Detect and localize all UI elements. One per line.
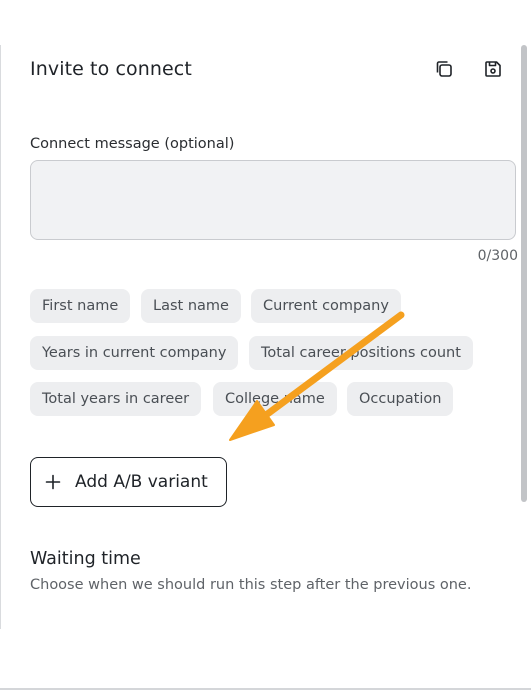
- variable-chip-college-name[interactable]: College name: [213, 382, 337, 416]
- variable-chip-occupation[interactable]: Occupation: [347, 382, 454, 416]
- save-icon: [483, 59, 503, 83]
- plus-icon: [45, 474, 61, 490]
- variable-chip-first-name[interactable]: First name: [30, 289, 131, 323]
- connect-message-label: Connect message (optional): [30, 136, 235, 152]
- character-counter: 0/300: [477, 248, 518, 264]
- variable-chip-last-name[interactable]: Last name: [141, 289, 241, 323]
- connect-message-input[interactable]: [30, 160, 516, 240]
- scrollbar-thumb[interactable]: [521, 45, 527, 502]
- step-title: Invite to connect: [30, 58, 192, 80]
- waiting-time-description: Choose when we should run this step afte…: [30, 577, 472, 593]
- copy-button[interactable]: [432, 59, 456, 83]
- variable-chip-years-in-current-company[interactable]: Years in current company: [30, 336, 239, 370]
- add-ab-variant-button[interactable]: Add A/B variant: [30, 457, 227, 507]
- waiting-time-heading: Waiting time: [30, 549, 141, 569]
- panel-left-border: [0, 45, 1, 629]
- copy-icon: [434, 59, 454, 83]
- variable-chip-total-years-in-career[interactable]: Total years in career: [30, 382, 202, 416]
- variable-chip-current-company[interactable]: Current company: [251, 289, 401, 323]
- save-button[interactable]: [481, 59, 505, 83]
- add-ab-variant-label: Add A/B variant: [75, 472, 208, 492]
- variable-chip-total-career-positions[interactable]: Total career positions count: [249, 336, 473, 370]
